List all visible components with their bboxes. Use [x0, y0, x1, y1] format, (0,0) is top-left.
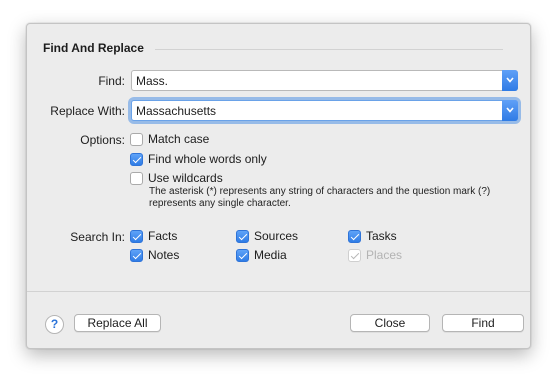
- tasks-label: Tasks: [366, 229, 397, 243]
- checkbox-box[interactable]: [236, 229, 249, 243]
- checkbox-box[interactable]: [130, 229, 143, 243]
- search-places-checkbox: Places: [348, 248, 402, 262]
- title-divider: [155, 49, 503, 50]
- search-sources-checkbox[interactable]: Sources: [236, 229, 298, 243]
- whole-words-checkbox[interactable]: Find whole words only: [130, 152, 267, 166]
- search-in-label: Search In:: [70, 230, 125, 244]
- replace-input[interactable]: [136, 102, 506, 119]
- facts-label: Facts: [148, 229, 178, 243]
- search-notes-checkbox[interactable]: Notes: [130, 248, 179, 262]
- checkbox-box[interactable]: [236, 248, 249, 262]
- search-media-checkbox[interactable]: Media: [236, 248, 287, 262]
- checkbox-box[interactable]: [348, 229, 361, 243]
- notes-label: Notes: [148, 248, 180, 262]
- sources-label: Sources: [254, 229, 299, 243]
- dialog-title: Find And Replace: [43, 41, 144, 55]
- checkbox-box[interactable]: [130, 132, 143, 146]
- wildcards-checkbox[interactable]: Use wildcards: [130, 171, 223, 185]
- match-case-checkbox[interactable]: Match case: [130, 132, 209, 146]
- match-case-label: Match case: [148, 132, 210, 146]
- search-tasks-checkbox[interactable]: Tasks: [348, 229, 397, 243]
- checkbox-box[interactable]: [130, 248, 143, 262]
- replace-label: Replace With:: [50, 104, 125, 118]
- find-input[interactable]: [136, 72, 506, 89]
- help-button[interactable]: ?: [45, 315, 64, 334]
- checkbox-box[interactable]: [130, 171, 143, 185]
- options-label: Options:: [80, 133, 125, 147]
- replace-all-button[interactable]: Replace All: [74, 314, 161, 332]
- wildcard-help-text: The asterisk (*) represents any string o…: [149, 186, 491, 209]
- checkbox-box: [348, 248, 361, 262]
- find-label: Find:: [98, 74, 125, 88]
- whole-words-label: Find whole words only: [148, 152, 267, 166]
- find-replace-dialog: Find And Replace Find: Replace With: Opt…: [26, 23, 531, 349]
- replace-combobox[interactable]: [131, 100, 518, 121]
- close-button[interactable]: Close: [350, 314, 430, 332]
- find-dropdown-button[interactable]: [502, 70, 518, 91]
- footer-divider: [27, 291, 530, 292]
- wildcards-label: Use wildcards: [148, 171, 223, 185]
- checkbox-box[interactable]: [130, 152, 143, 166]
- question-mark-icon: ?: [50, 317, 59, 331]
- media-label: Media: [254, 248, 287, 262]
- find-combobox[interactable]: [131, 70, 518, 91]
- find-button[interactable]: Find: [442, 314, 524, 332]
- search-facts-checkbox[interactable]: Facts: [130, 229, 177, 243]
- replace-dropdown-button[interactable]: [502, 100, 518, 121]
- places-label: Places: [366, 248, 403, 262]
